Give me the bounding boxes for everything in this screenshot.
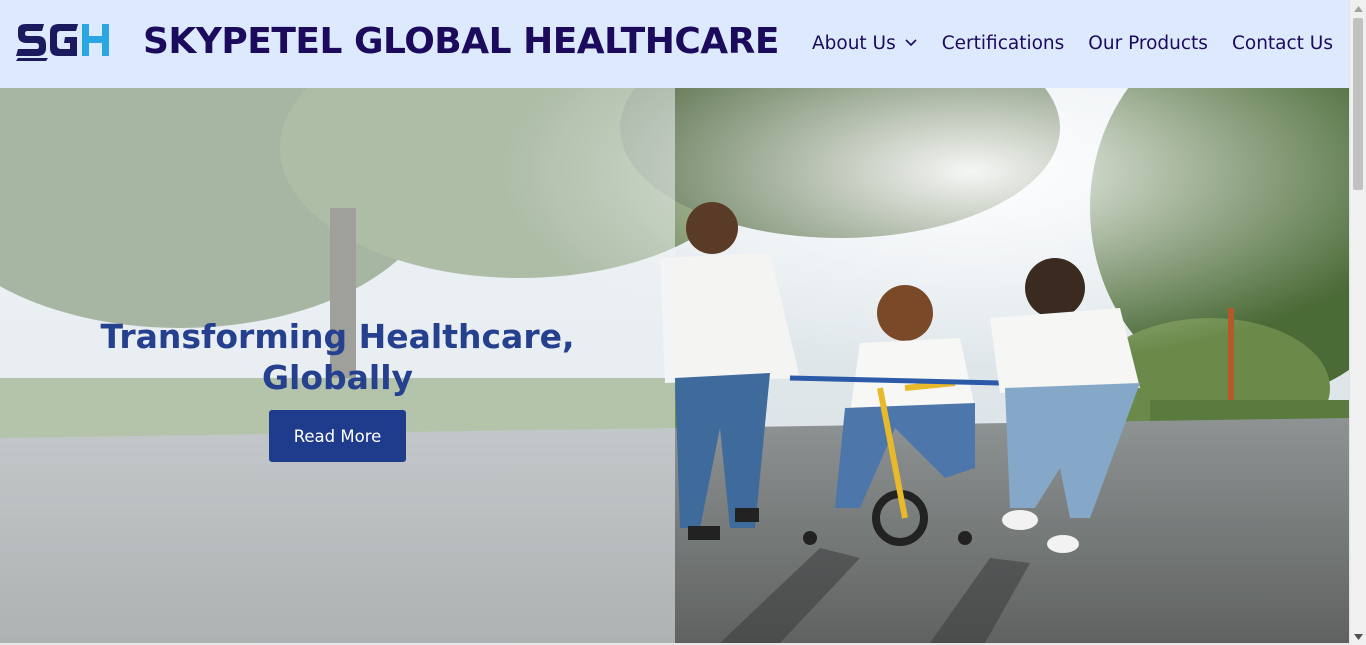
hero-title: Transforming Healthcare, Globally	[100, 317, 575, 397]
brand-name[interactable]: SKYPETEL GLOBAL HEALTHCARE	[143, 18, 779, 66]
nav-about-us[interactable]: About Us	[812, 33, 918, 54]
nav-about-us-label: About Us	[811, 32, 896, 54]
chevron-down-icon	[905, 39, 917, 47]
nav-contact-us-label: Contact Us	[1231, 32, 1333, 54]
site-header: SKYPETEL GLOBAL HEALTHCARE About Us Cert…	[0, 0, 1349, 88]
read-more-button[interactable]: Read More	[269, 410, 406, 462]
scrollbar-thumb[interactable]	[1353, 18, 1363, 190]
page-scrollbar[interactable]	[1349, 0, 1366, 645]
hero-section: Transforming Healthcare, Globally Read M…	[0, 88, 1349, 643]
nav-certifications-label: Certifications	[941, 32, 1065, 54]
scroll-up-arrow-icon[interactable]	[1350, 0, 1366, 17]
sgh-logo[interactable]	[14, 18, 112, 66]
main-nav: About Us Certifications Our Products Con…	[812, 28, 1333, 58]
nav-our-products[interactable]: Our Products	[1088, 33, 1208, 54]
nav-our-products-label: Our Products	[1088, 32, 1208, 54]
nav-contact-us[interactable]: Contact Us	[1232, 33, 1333, 54]
nav-certifications[interactable]: Certifications	[942, 33, 1065, 54]
scroll-down-arrow-icon[interactable]	[1350, 628, 1366, 645]
